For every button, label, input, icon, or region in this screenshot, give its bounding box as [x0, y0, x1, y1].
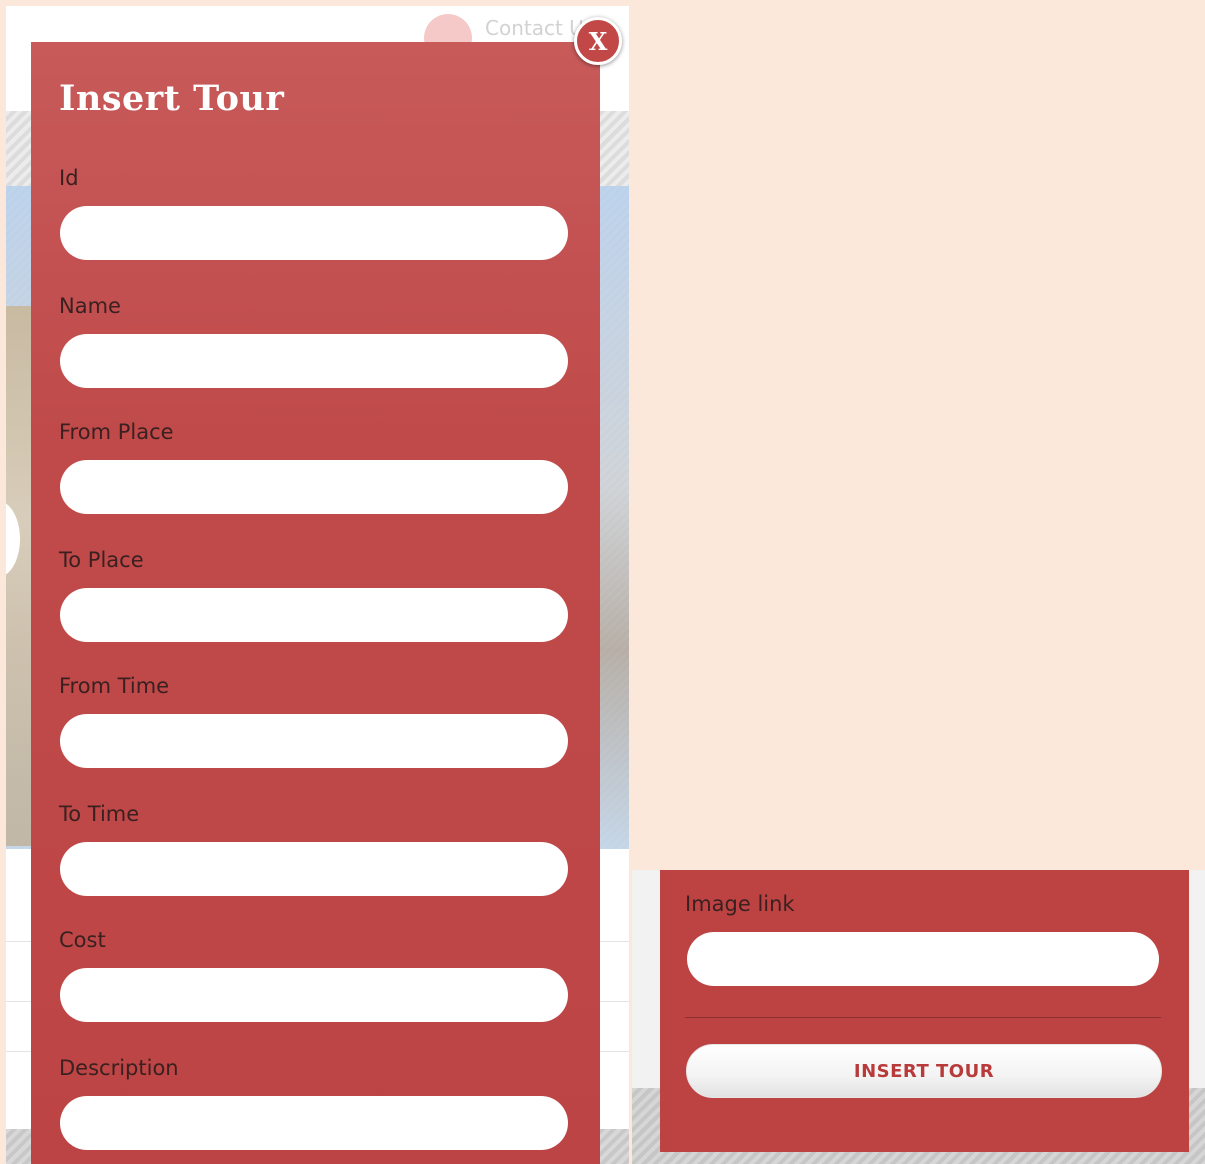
- cost-input[interactable]: [60, 968, 568, 1022]
- from-time-input[interactable]: [60, 714, 568, 768]
- from-time-label: From Time: [59, 674, 170, 698]
- insert-tour-button[interactable]: INSERT TOUR: [686, 1044, 1162, 1098]
- form-divider: [685, 1017, 1161, 1018]
- to-place-label: To Place: [59, 548, 144, 572]
- image-link-input[interactable]: [687, 932, 1159, 986]
- id-label: Id: [59, 166, 79, 190]
- from-place-label: From Place: [59, 420, 174, 444]
- contact-us-link[interactable]: Contact U: [485, 16, 584, 40]
- insert-tour-modal-footer: Image link INSERT TOUR: [660, 870, 1189, 1152]
- to-time-label: To Time: [59, 802, 140, 826]
- to-place-input[interactable]: [60, 588, 568, 642]
- screenshot-top: Contact U Insert Tour Id Name From Place…: [6, 6, 629, 1164]
- insert-tour-modal: Insert Tour Id Name From Place To Place …: [31, 42, 600, 1164]
- close-button[interactable]: X: [574, 17, 622, 65]
- hero-photo-building: [6, 306, 34, 846]
- name-label: Name: [59, 294, 121, 318]
- description-label: Description: [59, 1056, 179, 1080]
- screenshot-bottom: Image link INSERT TOUR: [632, 870, 1205, 1164]
- image-link-label: Image link: [685, 892, 795, 916]
- cost-label: Cost: [59, 928, 106, 952]
- name-input[interactable]: [60, 334, 568, 388]
- modal-title: Insert Tour: [59, 78, 285, 119]
- from-place-input[interactable]: [60, 460, 568, 514]
- to-time-input[interactable]: [60, 842, 568, 896]
- description-input[interactable]: [60, 1096, 568, 1150]
- id-input[interactable]: [60, 206, 568, 260]
